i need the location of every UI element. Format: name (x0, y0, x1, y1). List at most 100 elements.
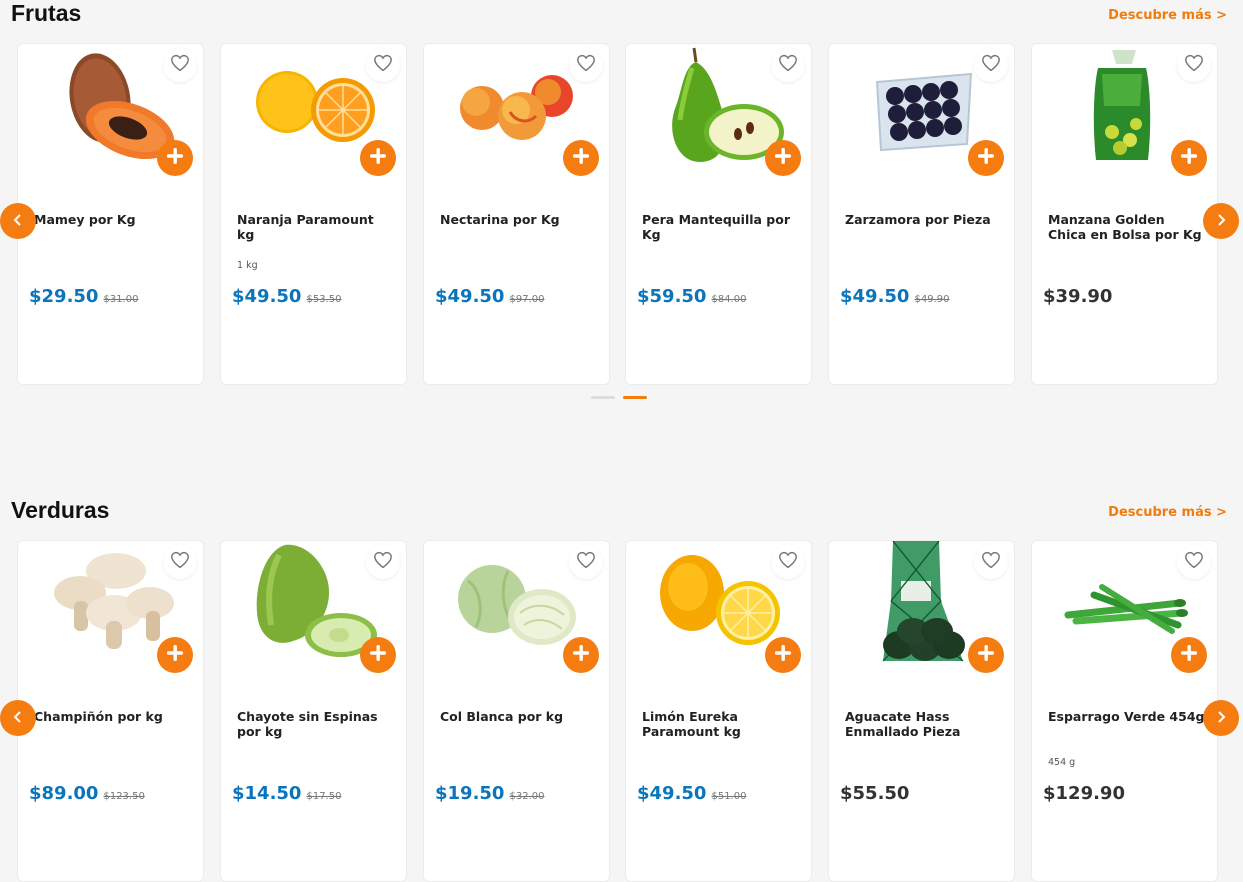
favorite-button[interactable] (771, 545, 805, 579)
favorite-button[interactable] (366, 48, 400, 82)
carousel-next-button[interactable] (1203, 700, 1239, 736)
favorite-button[interactable] (163, 48, 197, 82)
chevron-left-icon (11, 212, 25, 231)
favorite-button[interactable] (974, 545, 1008, 579)
pagination-dot[interactable] (591, 396, 615, 399)
product-card[interactable]: Mamey por Kg $29.50 $31.00 (17, 43, 204, 385)
price-row: $89.00 $123.50 (29, 783, 145, 804)
add-to-cart-button[interactable] (968, 140, 1004, 176)
product-price: $59.50 (637, 286, 707, 307)
price-row: $55.50 (840, 783, 909, 804)
section-title: Frutas (11, 0, 82, 26)
product-price: $49.50 (840, 286, 910, 307)
product-card[interactable]: Naranja Paramount kg 1 kg $49.50 $53.50 (220, 43, 407, 385)
favorite-button[interactable] (163, 545, 197, 579)
product-card[interactable]: Chayote sin Espinas por kg $14.50 $17.50 (220, 540, 407, 882)
add-to-cart-button[interactable] (1171, 140, 1207, 176)
product-name[interactable]: Manzana Golden Chica en Bolsa por Kg (1048, 212, 1206, 242)
product-card[interactable]: Manzana Golden Chica en Bolsa por Kg $39… (1031, 43, 1218, 385)
original-price: $17.50 (306, 791, 342, 802)
original-price: $51.00 (711, 791, 747, 802)
chevron-right-icon (1214, 212, 1228, 231)
product-name[interactable]: Col Blanca por kg (440, 709, 598, 724)
product-card[interactable]: Col Blanca por kg $19.50 $32.00 (423, 540, 610, 882)
product-price: $49.50 (637, 783, 707, 804)
favorite-button[interactable] (974, 48, 1008, 82)
heart-icon (373, 551, 393, 573)
heart-icon (170, 551, 190, 573)
product-card[interactable]: Aguacate Hass Enmallado Pieza $55.50 (828, 540, 1015, 882)
plus-icon (368, 643, 388, 667)
product-price: $129.90 (1043, 783, 1125, 804)
heart-icon (981, 54, 1001, 76)
price-row: $19.50 $32.00 (435, 783, 544, 804)
plus-icon (1179, 643, 1199, 667)
heart-icon (981, 551, 1001, 573)
heart-icon (1184, 551, 1204, 573)
price-row: $59.50 $84.00 (637, 286, 746, 307)
product-name[interactable]: Naranja Paramount kg (237, 212, 395, 242)
carousel-prev-button[interactable] (0, 203, 36, 239)
chevron-right-icon (1214, 709, 1228, 728)
add-to-cart-button[interactable] (157, 637, 193, 673)
price-row: $14.50 $17.50 (232, 783, 341, 804)
favorite-button[interactable] (771, 48, 805, 82)
add-to-cart-button[interactable] (157, 140, 193, 176)
product-name[interactable]: Champiñón por kg (34, 709, 192, 724)
product-name[interactable]: Esparrago Verde 454g (1048, 709, 1206, 724)
plus-icon (976, 146, 996, 170)
price-row: $29.50 $31.00 (29, 286, 138, 307)
product-card[interactable]: Zarzamora por Pieza $49.50 $49.90 (828, 43, 1015, 385)
verduras-section: Verduras Descubre más > Champiñón por kg… (0, 497, 1243, 882)
plus-icon (571, 643, 591, 667)
add-to-cart-button[interactable] (360, 140, 396, 176)
section-title: Verduras (11, 497, 110, 523)
product-name[interactable]: Mamey por Kg (34, 212, 192, 227)
product-name[interactable]: Aguacate Hass Enmallado Pieza (845, 709, 1003, 739)
product-price: $89.00 (29, 783, 99, 804)
price-row: $49.50 $97.00 (435, 286, 544, 307)
favorite-button[interactable] (366, 545, 400, 579)
discover-more-link[interactable]: Descubre más > (1108, 8, 1227, 23)
product-name[interactable]: Pera Mantequilla por Kg (642, 212, 800, 242)
add-to-cart-button[interactable] (765, 637, 801, 673)
price-row: $49.50 $53.50 (232, 286, 341, 307)
plus-icon (1179, 146, 1199, 170)
heart-icon (373, 54, 393, 76)
original-price: $123.50 (103, 791, 145, 802)
original-price: $53.50 (306, 294, 342, 305)
product-card[interactable]: Esparrago Verde 454g 454 g $129.90 (1031, 540, 1218, 882)
add-to-cart-button[interactable] (360, 637, 396, 673)
product-card[interactable]: Nectarina por Kg $49.50 $97.00 (423, 43, 610, 385)
add-to-cart-button[interactable] (968, 637, 1004, 673)
product-card[interactable]: Limón Eureka Paramount kg $49.50 $51.00 (625, 540, 812, 882)
carousel-prev-button[interactable] (0, 700, 36, 736)
product-unit: 454 g (1048, 757, 1076, 768)
frutas-section: Frutas Descubre más > Mamey por Kg $29.5… (0, 0, 1243, 410)
product-name[interactable]: Zarzamora por Pieza (845, 212, 1003, 227)
carousel-next-button[interactable] (1203, 203, 1239, 239)
favorite-button[interactable] (569, 545, 603, 579)
add-to-cart-button[interactable] (563, 140, 599, 176)
discover-more-link[interactable]: Descubre más > (1108, 505, 1227, 520)
product-price: $29.50 (29, 286, 99, 307)
price-row: $129.90 (1043, 783, 1125, 804)
product-price: $19.50 (435, 783, 505, 804)
heart-icon (1184, 54, 1204, 76)
favorite-button[interactable] (1177, 545, 1211, 579)
product-card[interactable]: Pera Mantequilla por Kg $59.50 $84.00 (625, 43, 812, 385)
product-card[interactable]: Champiñón por kg $89.00 $123.50 (17, 540, 204, 882)
product-name[interactable]: Limón Eureka Paramount kg (642, 709, 800, 739)
pagination-dot-active[interactable] (623, 396, 647, 399)
product-name[interactable]: Chayote sin Espinas por kg (237, 709, 395, 739)
product-price: $14.50 (232, 783, 302, 804)
add-to-cart-button[interactable] (563, 637, 599, 673)
product-name[interactable]: Nectarina por Kg (440, 212, 598, 227)
original-price: $84.00 (711, 294, 747, 305)
favorite-button[interactable] (569, 48, 603, 82)
add-to-cart-button[interactable] (765, 140, 801, 176)
favorite-button[interactable] (1177, 48, 1211, 82)
original-price: $97.00 (509, 294, 545, 305)
add-to-cart-button[interactable] (1171, 637, 1207, 673)
product-price: $39.90 (1043, 286, 1113, 307)
